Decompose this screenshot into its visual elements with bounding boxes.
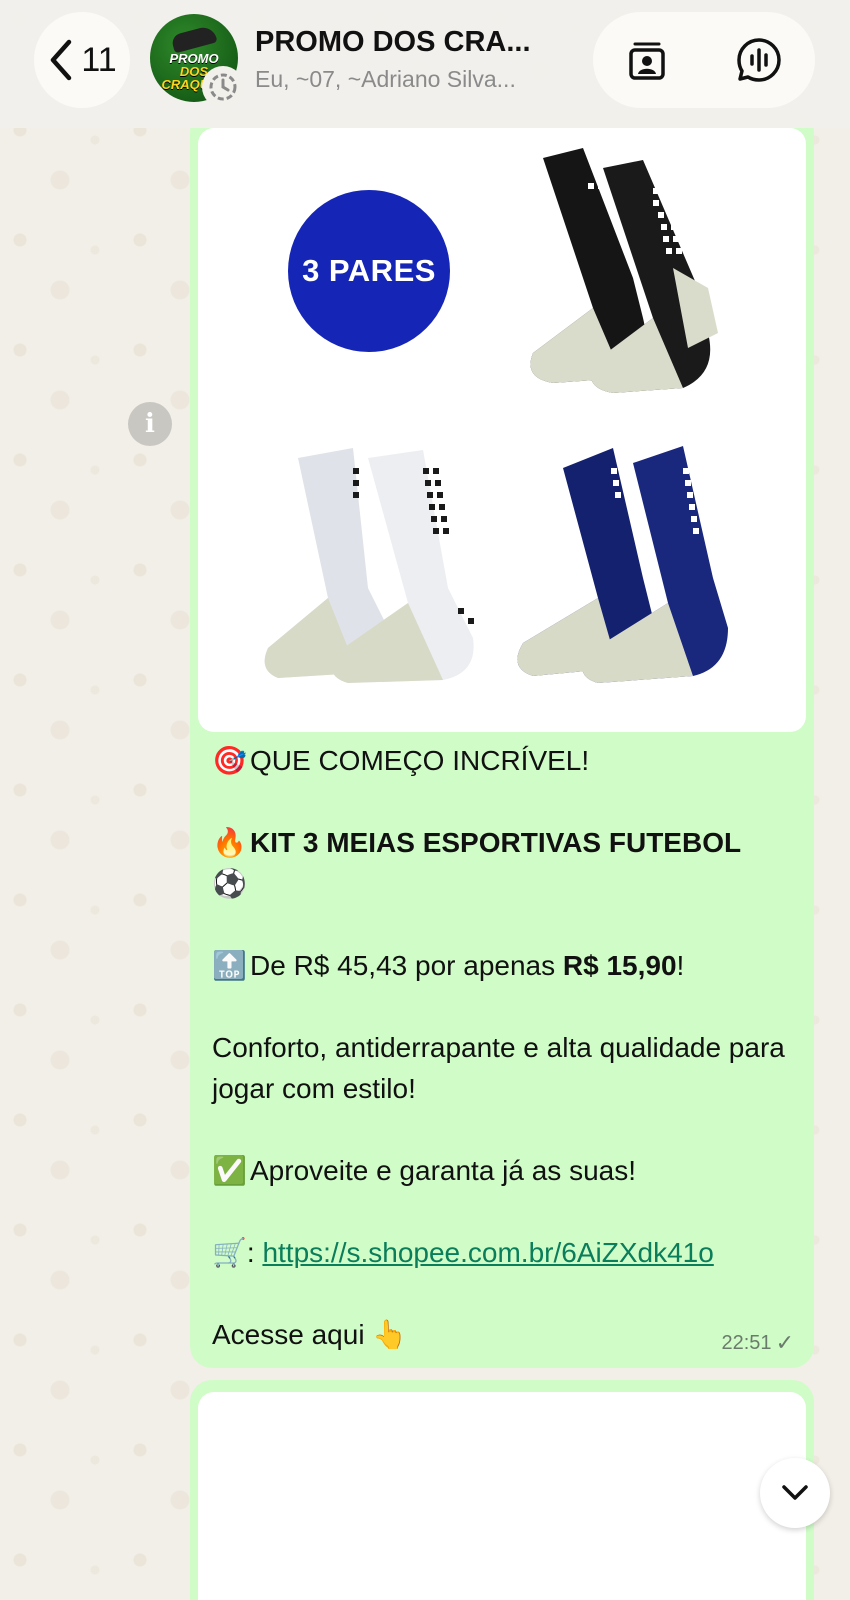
- top-arrow-icon: 🔝: [212, 949, 247, 982]
- pairs-badge: 3 PARES: [288, 190, 450, 352]
- product-image[interactable]: 3 PARES: [198, 128, 806, 732]
- message-text: 🎯 QUE COMEÇO INCRÍVEL! 🔥 KIT 3 MEIAS ESPOR…: [212, 740, 802, 1355]
- chat-header: 11 PROMO DOS CRAQUES PROMO DOS CRA... Eu…: [0, 0, 850, 128]
- voice-chat-button[interactable]: [731, 32, 787, 88]
- info-icon[interactable]: i: [128, 402, 172, 446]
- fire-icon: 🔥: [212, 826, 247, 859]
- chevron-left-icon: [51, 39, 72, 81]
- message-timestamp: 22:51 ✓: [721, 1330, 795, 1355]
- chevron-down-icon: [782, 1485, 808, 1500]
- white-socks-image: [264, 448, 474, 683]
- next-product-image[interactable]: [198, 1392, 806, 1600]
- contact-card-icon: [629, 42, 665, 80]
- black-socks-image: [530, 148, 718, 393]
- title-line: 🔥 KIT 3 MEIAS ESPORTIVAS FUTEBOL: [212, 822, 802, 863]
- contact-card-button[interactable]: [619, 32, 675, 88]
- cta-line: ✅ Aproveite e garanta já as suas!: [212, 1150, 802, 1191]
- boot-icon: [170, 24, 218, 54]
- link-line: 🛒: https://s.shopee.com.br/6AiZXdk41o: [212, 1232, 802, 1273]
- next-message-bubble[interactable]: [190, 1380, 814, 1600]
- description: Conforto, antiderrapante e alta qualidad…: [212, 1032, 785, 1104]
- shopee-link[interactable]: https://s.shopee.com.br/6AiZXdk41o: [262, 1237, 713, 1268]
- header-actions: [593, 12, 815, 108]
- cart-icon: 🛒: [212, 1236, 247, 1269]
- scroll-down-button[interactable]: [760, 1458, 830, 1528]
- check-mark-icon: ✅: [212, 1154, 247, 1187]
- voice-waveform-icon: [737, 38, 781, 82]
- message-bubble[interactable]: 3 PARES 🎯 QUE COMEÇO INCRÍVEL! 🔥 KIT 3 M…: [190, 110, 814, 1368]
- group-name[interactable]: PROMO DOS CRA...: [255, 26, 575, 59]
- sent-check-icon: ✓: [775, 1330, 794, 1355]
- price-line: 🔝 De R$ 45,43 por apenas R$ 15,90!: [212, 945, 802, 986]
- unread-count: 11: [81, 40, 117, 79]
- soccer-ball-icon: ⚽: [212, 867, 247, 900]
- group-members[interactable]: Eu, ~07, ~Adriano Silva...: [255, 66, 575, 93]
- target-icon: 🎯: [212, 744, 247, 777]
- back-button[interactable]: 11: [34, 12, 130, 108]
- title-line-2: ⚽: [212, 863, 802, 904]
- headline-line: 🎯 QUE COMEÇO INCRÍVEL!: [212, 740, 802, 781]
- pointing-up-icon: 👆: [372, 1318, 408, 1351]
- status-ring-icon: [202, 66, 244, 108]
- navy-socks-image: [517, 446, 728, 683]
- access-line: Acesse aqui 👆: [212, 1314, 802, 1355]
